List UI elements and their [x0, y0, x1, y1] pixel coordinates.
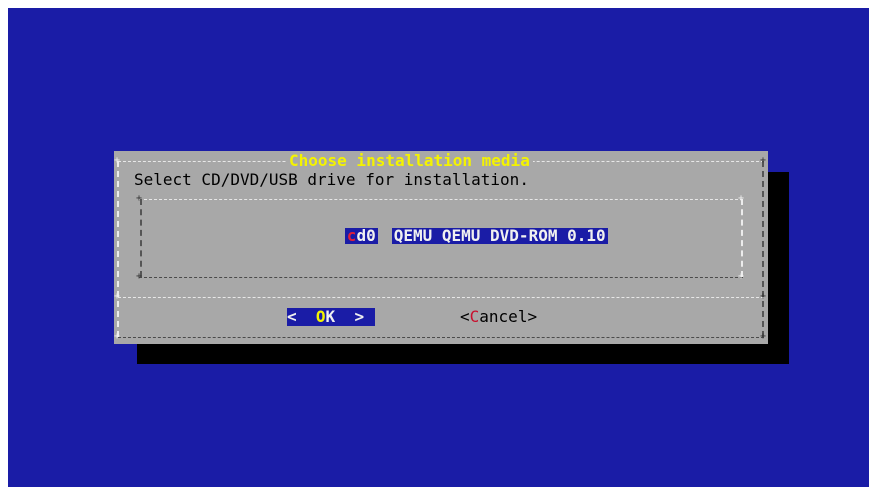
list-item-cd0[interactable]: cd0 QEMU QEMU DVD-ROM 0.10	[287, 212, 608, 260]
ok-left-bracket: <	[287, 307, 316, 326]
list-right-border	[741, 199, 743, 277]
list-corner-bottom-right: +	[738, 271, 745, 282]
corner-top-right: +	[760, 155, 767, 166]
tag-hotkey: c	[346, 226, 357, 245]
list-item-description: QEMU QEMU DVD-ROM 0.10	[391, 226, 608, 245]
ok-button[interactable]: < OK >	[287, 308, 375, 326]
installation-media-dialog: + + + + Choose installation media Select…	[114, 151, 768, 344]
ok-rest: K >	[325, 307, 365, 326]
list-bottom-border	[139, 277, 743, 278]
list-left-border	[140, 199, 142, 277]
corner-top-left: +	[114, 155, 121, 166]
dialog-bottom-border	[118, 337, 764, 338]
list-corner-top-right: +	[738, 193, 745, 204]
dialog-prompt: Select CD/DVD/USB drive for installation…	[134, 170, 529, 189]
cancel-button[interactable]: <Cancel>	[460, 308, 537, 326]
separator-corner-left: +	[114, 291, 121, 302]
button-separator	[118, 297, 764, 298]
dialog-right-border	[762, 161, 764, 337]
corner-bottom-right: +	[760, 331, 767, 342]
separator-corner-right: +	[760, 291, 767, 302]
list-corner-bottom-left: +	[136, 271, 143, 282]
ok-hotkey: O	[315, 307, 326, 326]
list-top-border	[139, 199, 743, 200]
corner-bottom-left: +	[114, 331, 121, 342]
cancel-hotkey: C	[469, 307, 480, 326]
cancel-open-bracket: <	[460, 307, 470, 326]
cancel-rest: ancel>	[479, 307, 538, 326]
dialog-left-border	[117, 161, 119, 337]
list-item-tag: cd0	[344, 226, 378, 245]
console-screen: + + + + Choose installation media Select…	[8, 8, 869, 487]
tag-rest: d0	[356, 226, 376, 245]
list-corner-top-left: +	[136, 193, 143, 204]
dialog-title: Choose installation media	[286, 153, 533, 169]
